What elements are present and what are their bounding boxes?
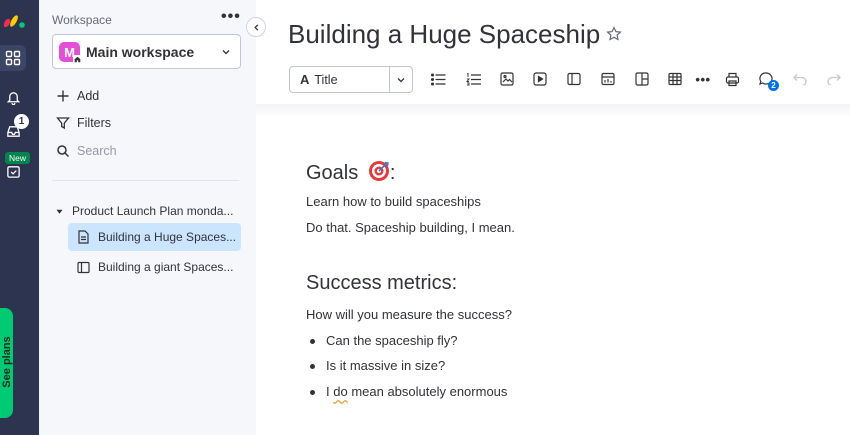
plus-icon	[57, 90, 69, 102]
filters-label: Filters	[77, 116, 112, 130]
workspace-label: Workspace	[52, 13, 112, 27]
search-input[interactable]: Search	[56, 144, 117, 158]
chevron-left-icon	[253, 23, 258, 31]
inbox-count-badge: 1	[14, 114, 29, 129]
layout-button[interactable]	[565, 70, 583, 88]
rail-home-button[interactable]	[0, 45, 26, 71]
list-item-rest: mean absolutely enormous	[347, 384, 508, 399]
caret-down-icon	[56, 209, 63, 214]
workspace-more-button[interactable]: •••	[221, 8, 241, 26]
sidebar-divider	[52, 180, 239, 181]
goals-line-2[interactable]: Do that. Spaceship building, I mean.	[306, 220, 515, 235]
layout-sidebar-icon	[567, 72, 581, 86]
calendar-check-icon	[6, 165, 20, 178]
text-style-dropdown[interactable]: A Title	[289, 66, 413, 93]
tree-item-giant-spaceship-board[interactable]: Building a giant Spaces...	[68, 253, 241, 281]
workspace-sidebar: Workspace ••• M Main workspace Add Filte…	[39, 0, 256, 435]
left-rail: 1 New See plans	[0, 0, 39, 435]
video-icon	[533, 72, 547, 86]
star-icon[interactable]	[606, 26, 622, 42]
chevron-down-icon	[222, 50, 230, 55]
bullet-list-button[interactable]	[429, 70, 447, 88]
image-button[interactable]	[498, 70, 516, 88]
target-emoji-icon	[368, 161, 389, 181]
see-plans-label: See plans	[1, 336, 13, 388]
grid-icon	[5, 50, 21, 66]
table-button[interactable]	[666, 70, 684, 88]
numbered-list-button[interactable]	[464, 70, 482, 88]
doc-editor: Building a Huge Spaceship A Title ••• 2 …	[256, 0, 850, 435]
chevron-down-icon	[397, 78, 405, 83]
columns-button[interactable]	[633, 70, 651, 88]
list-item[interactable]: Can the spaceship fly?	[310, 333, 458, 348]
rail-my-work-button[interactable]	[0, 158, 26, 184]
redo-button[interactable]	[825, 70, 843, 88]
image-icon	[500, 72, 514, 86]
goals-heading-colon: :	[389, 162, 396, 184]
editor-toolbar: A Title	[289, 66, 413, 93]
printer-icon	[725, 72, 739, 86]
goals-heading-text: Goals	[306, 162, 359, 184]
page-title[interactable]: Building a Huge Spaceship	[288, 19, 600, 50]
numbered-list-icon	[465, 72, 481, 85]
undo-button[interactable]	[791, 70, 809, 88]
add-label: Add	[77, 89, 100, 103]
see-plans-button[interactable]: See plans	[0, 308, 13, 418]
list-item[interactable]: Is it massive in size?	[309, 358, 445, 373]
goals-heading[interactable]: Goals :	[306, 160, 395, 185]
filters-button[interactable]: Filters	[56, 116, 111, 130]
undo-icon	[793, 74, 807, 85]
metrics-heading[interactable]: Success metrics:	[306, 272, 457, 295]
dropdown-separator	[389, 67, 390, 92]
list-item[interactable]: I do mean absolutely enormous	[309, 384, 508, 399]
widget-button[interactable]	[599, 70, 617, 88]
home-icon	[73, 55, 82, 64]
monday-logo-icon[interactable]	[3, 10, 27, 30]
table-icon	[668, 72, 682, 86]
search-placeholder: Search	[77, 144, 117, 158]
metrics-intro[interactable]: How will you measure the success?	[306, 307, 512, 322]
goals-line-1[interactable]: Learn how to build spaceships	[306, 194, 481, 209]
tree-folder-label: Product Launch Plan monda...	[72, 204, 234, 218]
search-icon	[57, 145, 70, 158]
workspace-name: Main workspace	[86, 44, 195, 60]
board-icon	[77, 261, 90, 273]
redo-icon	[827, 74, 841, 85]
rail-notifications-button[interactable]	[0, 84, 26, 110]
columns-icon	[635, 72, 649, 86]
tree-folder-product-launch[interactable]: Product Launch Plan monda...	[56, 204, 233, 218]
add-button[interactable]: Add	[56, 89, 99, 103]
widget-icon	[601, 72, 615, 86]
comments-count-badge: 2	[768, 80, 779, 91]
workspace-selector[interactable]: M Main workspace	[52, 34, 241, 69]
print-button[interactable]	[723, 70, 741, 88]
doc-icon	[78, 230, 89, 244]
tree-item-huge-spaceship-doc[interactable]: Building a Huge Spaces...	[68, 223, 241, 251]
bullet-list-icon	[430, 72, 445, 86]
more-options-button[interactable]: •••	[694, 70, 712, 88]
tree-item-label: Building a giant Spaces...	[98, 260, 234, 274]
filter-icon	[56, 117, 70, 130]
text-style-letter: A	[300, 72, 310, 87]
bell-icon	[6, 91, 20, 105]
collapse-sidebar-button[interactable]	[246, 17, 266, 37]
video-button[interactable]	[531, 70, 549, 88]
text-style-value: Title	[314, 72, 338, 87]
toolbar-shadow	[256, 104, 850, 118]
tree-item-label: Building a Huge Spaces...	[98, 230, 237, 244]
spellcheck-word[interactable]: do	[333, 384, 347, 399]
